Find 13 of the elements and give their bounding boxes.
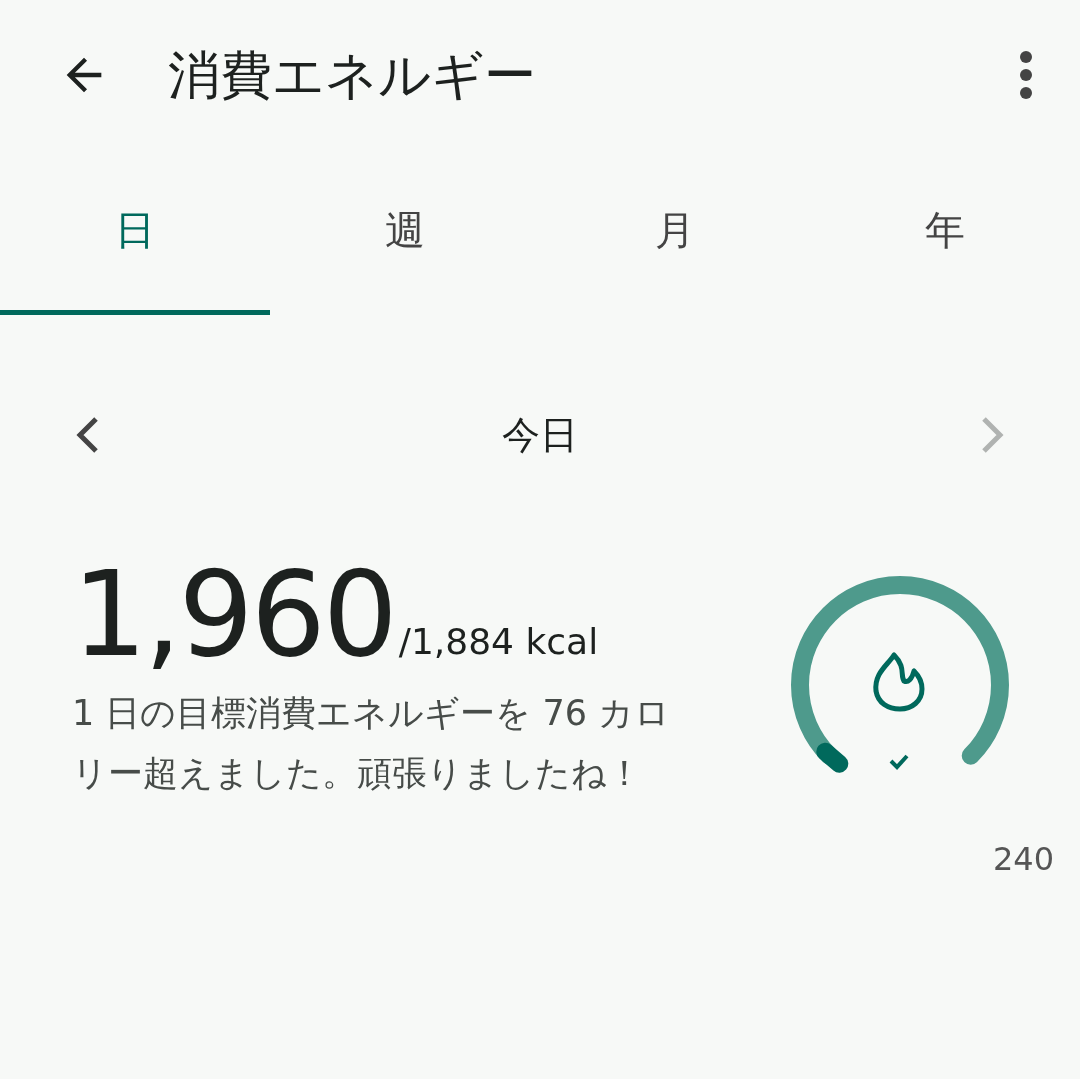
calorie-value: 1,960 (72, 555, 395, 673)
period-tab[interactable]: 週 (270, 150, 540, 315)
date-label: 今日 (502, 411, 578, 459)
period-tab[interactable]: 年 (810, 150, 1080, 315)
screen-title: 消費エネルギー (168, 44, 536, 107)
goal-text: /1,884 kcal (398, 620, 599, 664)
overflow-marker (816, 742, 849, 773)
flame-icon (873, 652, 925, 712)
goal-message: 1 日の目標消費エネルギーを 76 カロリー超えました。頑張りましたね！ (72, 692, 672, 795)
period-tab[interactable]: 月 (540, 150, 810, 315)
period-tab[interactable]: 日 (0, 150, 270, 315)
axis-label: 240 (992, 839, 1054, 880)
more-icon (1018, 50, 1034, 100)
